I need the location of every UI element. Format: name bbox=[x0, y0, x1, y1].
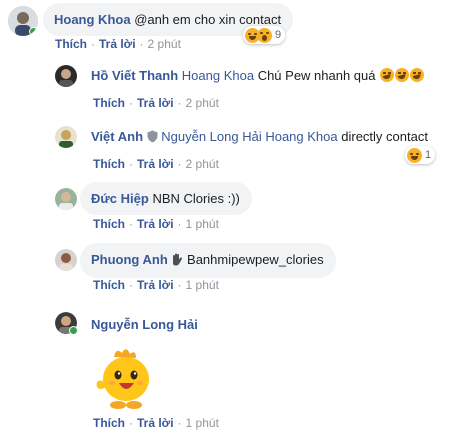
comment-text: @anh em cho xin contact bbox=[134, 12, 282, 27]
commenter-name[interactable]: Đức Hiệp bbox=[91, 191, 149, 206]
like-link[interactable]: Thích bbox=[93, 416, 125, 430]
reply-link[interactable]: Trả lời bbox=[137, 416, 174, 430]
comment-bubble: Phuong Anh Banhmipewpew_clories bbox=[80, 243, 336, 278]
shield-badge-icon bbox=[147, 130, 158, 147]
commenter-name[interactable]: Việt Anh bbox=[91, 129, 143, 144]
comment-text: Chú Pew nhanh quá bbox=[257, 68, 376, 83]
reaction-summary[interactable]: 9 bbox=[243, 26, 286, 44]
avatar[interactable] bbox=[55, 188, 77, 210]
comment-bubble: Việt Anh Nguyễn Long Hải Hoang Khoa dire… bbox=[80, 128, 440, 147]
comment-actions: Thích · Trả lời · 2 phút bbox=[93, 157, 219, 171]
commenter-name[interactable]: Phuong Anh bbox=[91, 252, 168, 267]
commenter-name[interactable]: Nguyễn Long Hải bbox=[91, 317, 198, 332]
like-link[interactable]: Thích bbox=[55, 37, 87, 51]
comment-actions: Thích · Trả lời · 1 phút bbox=[93, 217, 219, 231]
comment-actions: Thích · Trả lời · 2 phút bbox=[93, 96, 219, 110]
sticker-duck bbox=[94, 345, 156, 413]
reply-link[interactable]: Trả lời bbox=[137, 217, 174, 231]
reaction-count: 1 bbox=[425, 149, 432, 161]
timestamp[interactable]: 2 phút bbox=[186, 96, 219, 110]
timestamp[interactable]: 1 phút bbox=[186, 278, 219, 292]
commenter-name[interactable]: Hoang Khoa bbox=[54, 12, 131, 27]
avatar[interactable] bbox=[8, 6, 38, 36]
rofl-emoji-icon bbox=[395, 68, 410, 82]
comment-bubble: Đức Hiệp NBN Clories :)) bbox=[80, 182, 252, 215]
reaction-count: 9 bbox=[275, 29, 282, 41]
mention-tag[interactable]: Hoang Khoa bbox=[182, 68, 254, 83]
comment-bubble: Nguyễn Long Hải bbox=[80, 316, 210, 333]
comment-text: NBN Clories :)) bbox=[152, 191, 240, 206]
wow-emoji-icon bbox=[257, 27, 272, 43]
reply-link[interactable]: Trả lời bbox=[137, 157, 174, 171]
like-link[interactable]: Thích bbox=[93, 278, 125, 292]
reply-link[interactable]: Trả lời bbox=[137, 96, 174, 110]
online-indicator bbox=[69, 326, 78, 335]
timestamp[interactable]: 1 phút bbox=[186, 416, 219, 430]
like-link[interactable]: Thích bbox=[93, 157, 125, 171]
reply-link[interactable]: Trả lời bbox=[99, 37, 136, 51]
comment-bubble: Hồ Viết Thanh Hoang Khoa Chú Pew nhanh q… bbox=[80, 67, 436, 84]
timestamp[interactable]: 1 phút bbox=[186, 217, 219, 231]
timestamp[interactable]: 2 phút bbox=[186, 157, 219, 171]
reply-link[interactable]: Trả lời bbox=[137, 278, 174, 292]
comment-actions: Thích · Trả lời · 1 phút bbox=[93, 278, 219, 292]
rofl-emoji-icon bbox=[410, 68, 425, 82]
timestamp[interactable]: 2 phút bbox=[148, 37, 181, 51]
commenter-name[interactable]: Hồ Viết Thanh bbox=[91, 68, 178, 83]
avatar[interactable] bbox=[55, 249, 77, 271]
avatar[interactable] bbox=[55, 126, 77, 148]
comment-text: directly contact bbox=[341, 129, 428, 144]
comment-text: Banhmipewpew_clories bbox=[187, 252, 324, 267]
mention-tag[interactable]: Nguyễn Long Hải Hoang Khoa bbox=[161, 129, 337, 144]
rofl-emoji-icon bbox=[380, 68, 395, 82]
haha-emoji-icon bbox=[407, 147, 422, 163]
comment-actions: Thích · Trả lời · 1 phút bbox=[93, 416, 219, 430]
comment-actions: Thích · Trả lời · 2 phút bbox=[55, 37, 181, 51]
avatar[interactable] bbox=[55, 65, 77, 87]
reaction-summary[interactable]: 1 bbox=[405, 146, 436, 164]
like-link[interactable]: Thích bbox=[93, 217, 125, 231]
online-indicator bbox=[29, 27, 38, 36]
like-link[interactable]: Thích bbox=[93, 96, 125, 110]
avatar[interactable] bbox=[55, 312, 78, 335]
wave-hand-icon bbox=[171, 253, 183, 270]
